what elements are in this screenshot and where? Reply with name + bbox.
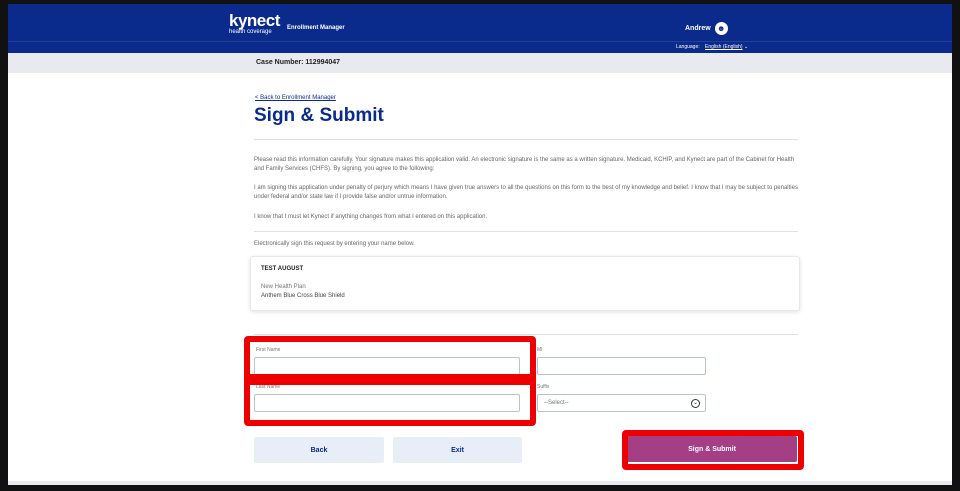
suffix-select[interactable]: --Select-- ⌄ (537, 394, 706, 412)
kynect-logo[interactable]: kynect health coverage (229, 11, 280, 36)
language-label: Language: (676, 44, 700, 50)
user-avatar-icon: ☻ (714, 22, 728, 35)
language-selector[interactable]: Language: English (English) ⌄ (676, 44, 748, 50)
back-button[interactable]: Back (254, 437, 384, 463)
sign-instruction: Electronically sign this request by ente… (254, 241, 415, 247)
last-name-input[interactable] (254, 394, 520, 412)
first-name-label: First Name (256, 347, 281, 353)
suffix-label: Suffix (537, 384, 550, 390)
first-name-input[interactable] (254, 357, 520, 375)
footer-strip (8, 481, 952, 485)
divider (254, 139, 798, 140)
plan-name: Anthem Blue Cross Blue Shield (261, 293, 345, 299)
suffix-selected-value: --Select-- (544, 400, 569, 406)
intro-paragraph: Please read this information carefully. … (254, 157, 795, 172)
top-header: kynect health coverage Enrollment Manage… (8, 4, 952, 41)
applicant-name: TEST AUGUST (261, 266, 304, 272)
chevron-down-circle-icon: ⌄ (691, 399, 700, 408)
logo-wordmark: kynect (229, 11, 280, 30)
case-bar: Case Number: 112994047 (8, 53, 952, 73)
page-title: Sign & Submit (254, 105, 384, 126)
last-name-label: Last Name (256, 384, 281, 390)
plan-label: New Health Plan (261, 284, 306, 290)
middle-initial-input[interactable] (537, 357, 706, 375)
chevron-down-icon: ⌄ (743, 44, 749, 50)
language-value: English (English) (705, 44, 743, 50)
back-to-enrollment-link[interactable]: < Back to Enrollment Manager (255, 95, 336, 101)
divider (254, 231, 798, 232)
sign-submit-button[interactable]: Sign & Submit (627, 436, 797, 462)
changes-paragraph: I know that I must let Kynect if anythin… (254, 214, 488, 220)
applicant-summary-card: TEST AUGUST New Health Plan Anthem Blue … (250, 256, 800, 311)
case-number: Case Number: 112994047 (256, 59, 341, 66)
divider (254, 334, 798, 335)
perjury-paragraph: I am signing this application under pena… (254, 185, 798, 200)
middle-initial-label: MI (537, 347, 543, 353)
logo-tagline: health coverage (229, 29, 272, 35)
user-name: Andrew (685, 25, 711, 32)
language-bar: Language: English (English) ⌄ (8, 41, 952, 53)
user-menu[interactable]: Andrew ☻ (685, 22, 728, 35)
app-name: Enrollment Manager (287, 25, 345, 31)
exit-button[interactable]: Exit (393, 437, 522, 463)
